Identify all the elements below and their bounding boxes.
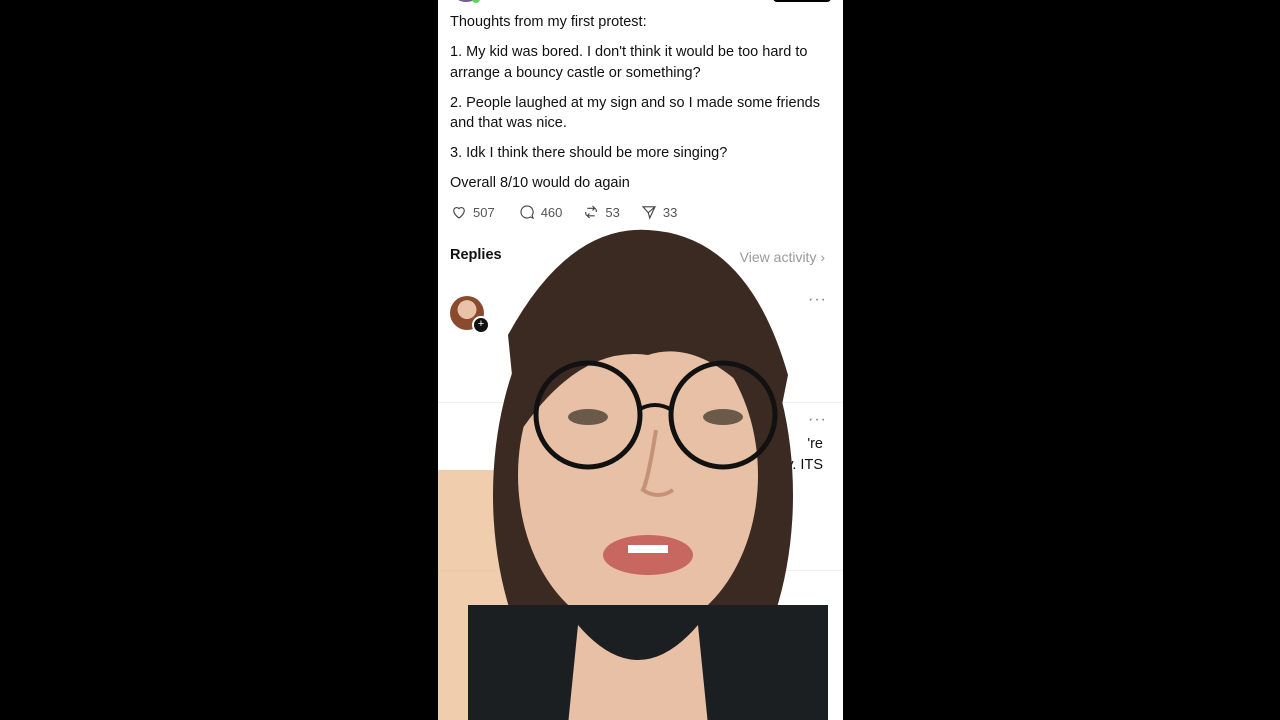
creator-face-overlay — [468, 229, 828, 720]
post-line-2: 2. People laughed at my sign and so I ma… — [450, 94, 820, 132]
repost-icon — [585, 205, 598, 219]
post-actions: 507 460 53 33 — [450, 203, 677, 221]
post-line-1: 1. My kid was bored. I don't think it wo… — [450, 44, 808, 81]
post-line-summary: Overall 8/10 would do again — [450, 175, 630, 191]
post-body: Thoughts from my first protest: 1. My ki… — [450, 12, 835, 203]
heart-icon — [453, 207, 465, 219]
share-icon — [641, 206, 657, 220]
threads-post-screen: Thoughts from my first protest: 1. My ki… — [438, 0, 843, 720]
comment-count: 460 — [540, 204, 563, 220]
repost-count: 53 — [605, 204, 620, 220]
comment-button[interactable]: 460 — [518, 203, 563, 221]
author-avatar[interactable] — [455, 0, 480, 3]
follow-button[interactable] — [773, 0, 831, 2]
repost-button[interactable]: 53 — [582, 203, 620, 221]
share-button[interactable]: 33 — [640, 203, 677, 221]
post-line-title: Thoughts from my first protest: — [450, 14, 647, 30]
comment-icon — [520, 205, 534, 219]
like-count: 507 — [473, 204, 495, 220]
post-line-3: 3. Idk I think there should be more sing… — [450, 145, 728, 161]
like-button[interactable]: 507 — [450, 203, 495, 221]
share-count: 33 — [662, 204, 678, 220]
